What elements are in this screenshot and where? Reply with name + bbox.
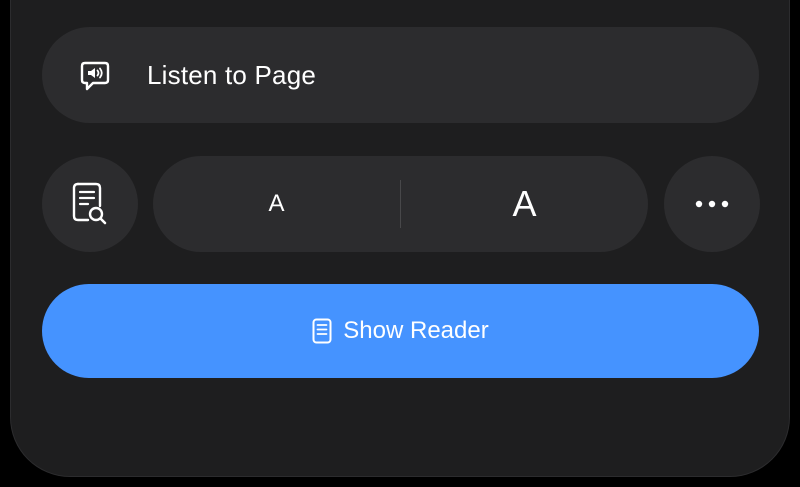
page-menu-sheet: Listen to Page A A Show Reader [10, 0, 790, 477]
speech-bubble-speaker-icon [79, 60, 111, 92]
show-reader-button[interactable]: Show Reader [42, 284, 759, 378]
show-reader-label: Show Reader [343, 317, 489, 344]
more-options-button[interactable] [664, 156, 760, 252]
listen-to-page-button[interactable]: Listen to Page [42, 27, 759, 123]
find-on-page-button[interactable] [42, 156, 138, 252]
decrease-font-size-button[interactable]: A [153, 156, 400, 252]
ellipsis-icon [695, 200, 729, 208]
find-on-page-icon [72, 182, 107, 225]
increase-font-size-button[interactable]: A [401, 156, 648, 252]
font-size-control: A A [153, 156, 648, 252]
reader-document-icon [312, 318, 332, 344]
smaller-font-glyph: A [268, 190, 285, 217]
larger-font-glyph: A [512, 183, 537, 224]
listen-to-page-label: Listen to Page [147, 60, 317, 90]
